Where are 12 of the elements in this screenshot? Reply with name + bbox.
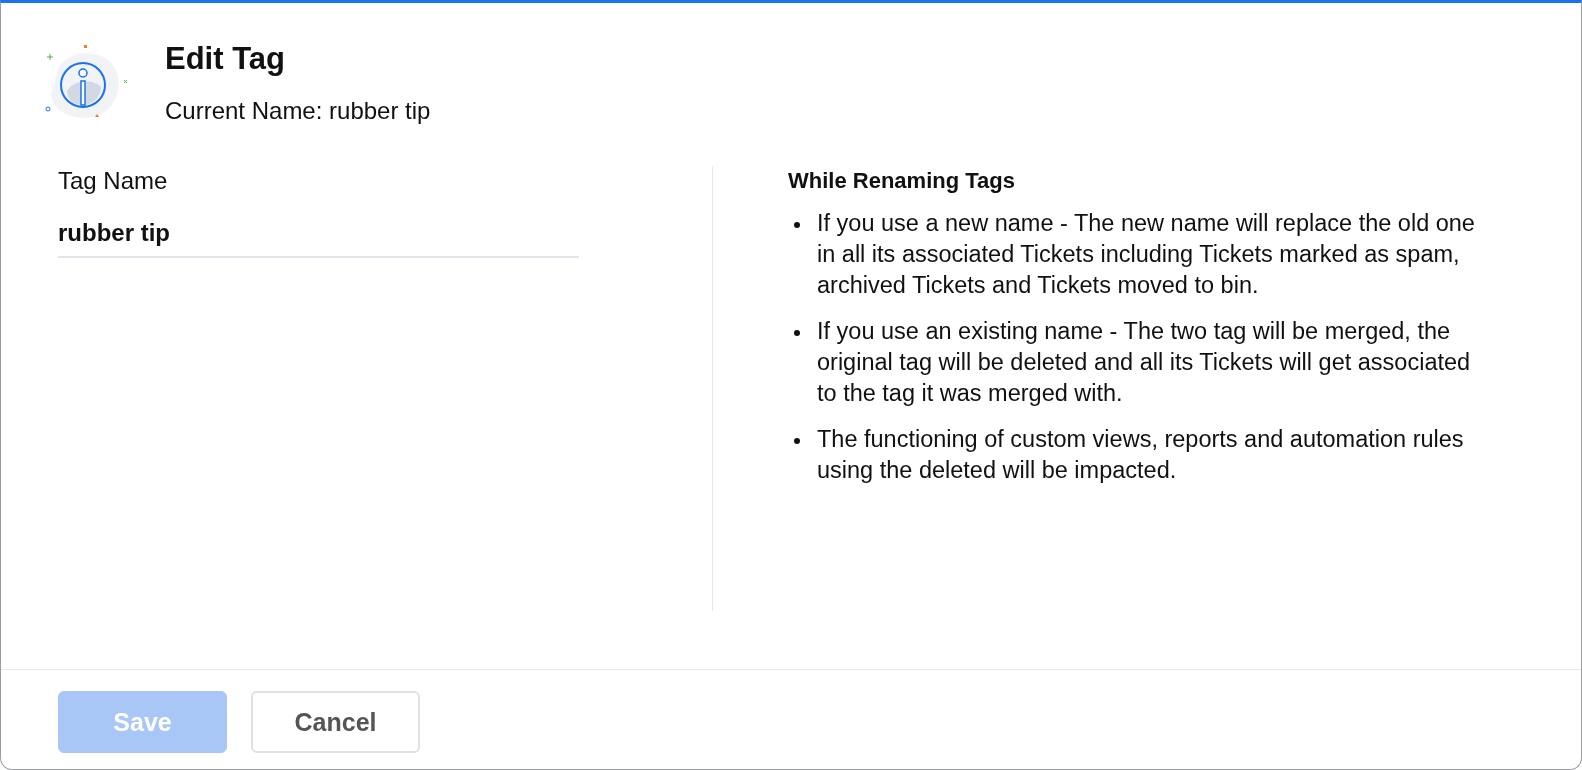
info-text: If you use an existing name - The two tag will be merged, the original tag will be deleted and all its Tickets will get associated to the tag it was merged with.	[817, 317, 1472, 408]
info-text: The functioning of custom views, reports and automation rules using the deleted will be impacted.	[817, 425, 1465, 485]
info-text: If you use a new name - The new name will replace the old one in all its associated Tickets including Tickets marked as spam, archived Tickets and Tickets moved to bin.	[817, 209, 1476, 300]
cancel-button[interactable]: Cancel	[251, 691, 420, 753]
current-name: Current Name: rubber tip	[165, 96, 431, 126]
dialog-title: Edit Tag	[165, 40, 286, 78]
info-heading: While Renaming Tags	[788, 167, 1016, 195]
bullet-icon	[794, 330, 800, 336]
tag-name-field[interactable]: rubber tip	[58, 216, 579, 258]
bullet-icon	[794, 222, 800, 228]
field-label: Tag Name	[58, 166, 169, 196]
bullet-icon	[794, 438, 800, 444]
